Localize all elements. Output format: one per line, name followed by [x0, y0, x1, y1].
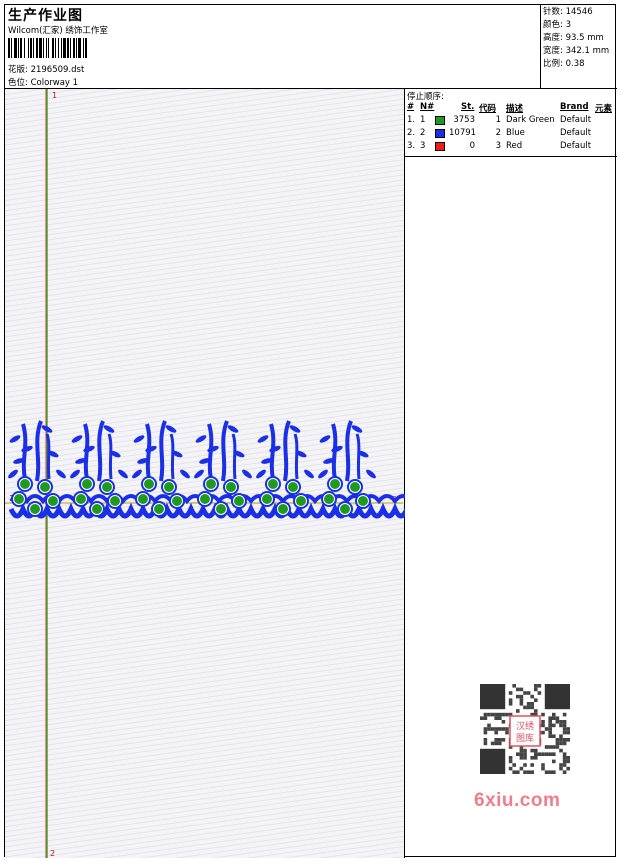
stop-row: 2. 2 10791 2 Blue Default [405, 128, 617, 141]
row-code: 2 [495, 128, 501, 138]
design-file: 花版: 2196509.dst [8, 63, 84, 75]
site-watermark: 6xiu.com [474, 790, 561, 811]
barcode [8, 38, 144, 58]
col-header-desc: 描述 [506, 104, 524, 114]
scale-value: 0.38 [565, 59, 585, 69]
colorway: 色位: Colorway 1 [8, 76, 78, 88]
stats-panel: 针数: 14546 颜色: 3 高度: 93.5 mm 宽度: 342.1 mm… [541, 5, 617, 89]
row-desc: Red [506, 141, 523, 151]
col-header-element: 元素 [595, 104, 613, 114]
height-label: 高度: [543, 33, 563, 43]
company-name: Wilcom(汇家) 绣饰工作室 [8, 26, 108, 36]
row-n: 2 [420, 128, 426, 138]
width-value: 342.1 mm [565, 46, 610, 56]
stop-sequence-title: 停止顺序: [407, 92, 444, 102]
col-header-st: St. [461, 102, 475, 112]
row-stitches: 10791 [449, 128, 477, 138]
row-n: 3 [420, 141, 426, 151]
row-brand: Default [560, 128, 592, 138]
color-swatch [435, 129, 445, 138]
row-brand: Default [560, 115, 592, 125]
row-idx: 1. [407, 115, 416, 125]
row-brand: Default [560, 141, 592, 151]
header-info: 生产作业图 Wilcom(汇家) 绣饰工作室 花版: 2196509.dst 色… [5, 5, 541, 89]
stitch-count: 针数: 14546 [543, 6, 617, 19]
colors-value: 3 [565, 20, 571, 30]
stitches-label: 针数: [543, 7, 563, 17]
height-value: 93.5 mm [565, 33, 604, 43]
embroidery-drawing: 1 2 1 2 [5, 89, 405, 858]
col-header-brand: Brand [560, 102, 589, 112]
colorway-label: 色位: [8, 78, 28, 88]
stitches-value: 14546 [565, 7, 593, 17]
design-scale: 比例: 0.38 [543, 58, 617, 71]
col-header-n: N# [420, 102, 435, 112]
colors-label: 颜色: [543, 20, 563, 30]
row-code: 1 [495, 115, 501, 125]
embroidery-preview: 1 2 1 2 [5, 89, 405, 858]
col-header-code: 代码 [479, 104, 497, 114]
row-idx: 2. [407, 128, 416, 138]
color-swatch [435, 142, 445, 151]
stop-row: 1. 1 3753 1 Dark Green Default [405, 115, 617, 128]
qr-code-image: 汉绣 图库 [480, 684, 570, 774]
color-count: 颜色: 3 [543, 19, 617, 32]
row-desc: Blue [506, 128, 525, 138]
stop-row: 3. 3 0 3 Red Default [405, 141, 617, 154]
scale-label: 比例: [543, 59, 563, 69]
design-height: 高度: 93.5 mm [543, 32, 617, 45]
stamp-line1: 汉绣 [516, 720, 534, 732]
row-stitches: 0 [469, 141, 475, 151]
row-code: 3 [495, 141, 501, 151]
colorway-value: Colorway 1 [30, 78, 79, 88]
stop-sequence-panel: 停止顺序: # N# St. 代码 描述 Brand 元素 1. 1 3753 … [405, 89, 617, 157]
design-value: 2196509.dst [30, 65, 85, 75]
qr-code: 汉绣 图库 [470, 680, 580, 780]
design-label: 花版: [8, 65, 28, 75]
color-swatch [435, 116, 445, 125]
width-label: 宽度: [543, 46, 563, 56]
marker-bottom: 2 [50, 849, 55, 858]
col-header-idx: # [407, 102, 415, 112]
row-idx: 3. [407, 141, 416, 151]
row-stitches: 3753 [453, 115, 475, 125]
stamp-line2: 图库 [516, 732, 534, 744]
design-width: 宽度: 342.1 mm [543, 45, 617, 58]
row-desc: Dark Green [506, 115, 555, 125]
marker-top: 1 [52, 91, 57, 100]
row-n: 1 [420, 115, 426, 125]
page-title: 生产作业图 [8, 8, 83, 24]
